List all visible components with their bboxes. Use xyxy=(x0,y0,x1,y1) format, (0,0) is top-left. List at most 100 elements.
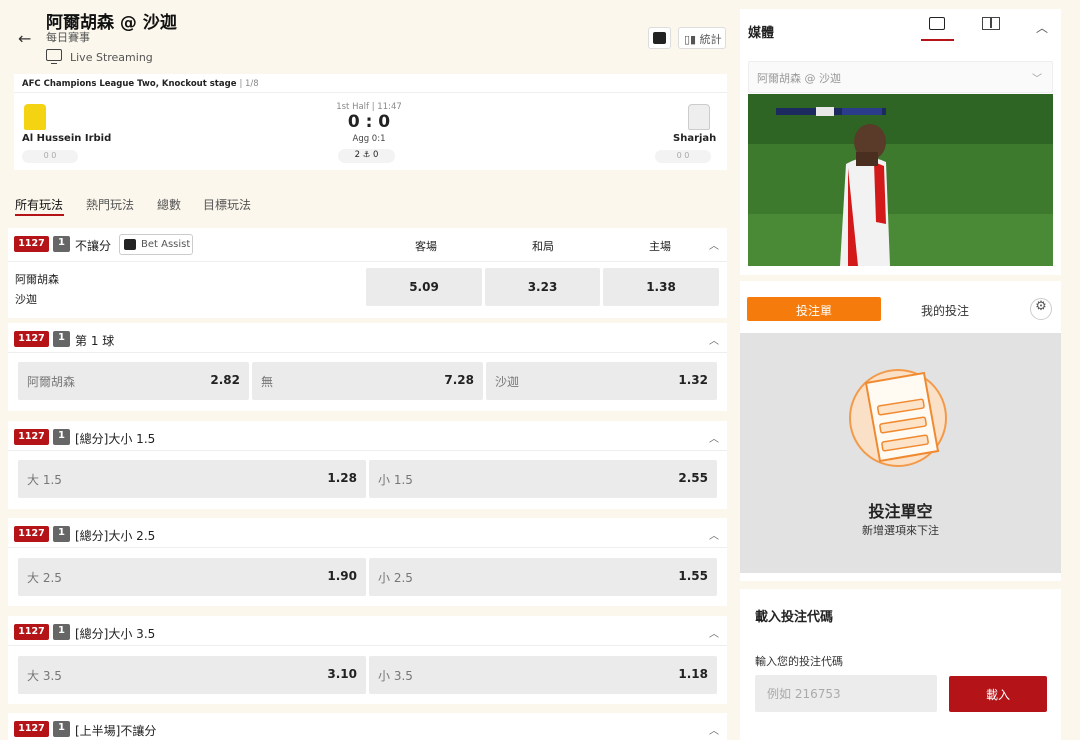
odd-button-home[interactable]: 1.38 xyxy=(603,268,719,306)
load-bet-code-panel: 載入投注代碼 輸入您的投注代碼 載入 xyxy=(740,589,1061,740)
collapse-caret-icon[interactable]: ︿ xyxy=(709,625,719,640)
market-first-half-moneyline: 1127 1 [上半場]不讓分 ︿ xyxy=(8,713,727,740)
odd-label: 小 2.5 xyxy=(378,571,413,585)
market-header[interactable]: 1127 1 第 1 球 ︿ xyxy=(8,323,727,353)
odd-button-under[interactable]: 小 1.5 2.55 xyxy=(369,460,717,498)
live-video-player[interactable] xyxy=(748,94,1053,266)
market-header[interactable]: 1127 1 [總分]大小 2.5 ︿ xyxy=(8,518,727,548)
odd-value: 5.09 xyxy=(409,280,439,294)
league-round: | 1/8 xyxy=(239,79,259,89)
market-first-goal: 1127 1 第 1 球 ︿ 阿爾胡森 2.82 無 7.28 沙迦 1.32 xyxy=(8,323,727,411)
lineup-icon xyxy=(653,32,666,44)
stats-button[interactable]: ▯▮ 統計 xyxy=(678,27,726,49)
odd-button-over[interactable]: 大 1.5 1.28 xyxy=(18,460,366,498)
market-title: [總分]大小 2.5 xyxy=(75,529,156,543)
divider xyxy=(14,92,727,93)
column-home: 主場 xyxy=(649,240,671,253)
bet-assist-label: Bet Assist xyxy=(141,239,191,250)
market-title: 不讓分 xyxy=(75,239,112,253)
match-card: AFC Champions League Two, Knockout stage… xyxy=(14,74,727,170)
tab-my-bets[interactable]: 我的投注 xyxy=(890,297,1000,321)
gear-icon[interactable]: ⚙ xyxy=(1030,298,1052,320)
odd-label: 無 xyxy=(261,375,274,389)
video-tab-tv-icon[interactable] xyxy=(929,17,945,30)
back-arrow-icon[interactable]: ← xyxy=(18,29,31,48)
market-header[interactable]: 1127 1 不讓分 Bet Assist 客場 和局 主場 ︿ xyxy=(8,228,727,262)
market-header[interactable]: 1127 1 [總分]大小 3.5 ︿ xyxy=(8,616,727,646)
pitch-tracker-icon[interactable] xyxy=(982,17,1000,30)
tv-icon[interactable] xyxy=(46,49,62,64)
market-over-under-3-5: 1127 1 [總分]大小 3.5 ︿ 大 3.5 3.10 小 3.5 1.18 xyxy=(8,616,727,704)
odd-label: 阿爾胡森 xyxy=(27,375,76,389)
collapse-caret-icon[interactable]: ︿ xyxy=(709,332,719,347)
load-button[interactable]: 載入 xyxy=(949,676,1047,712)
empty-slip-illustration xyxy=(849,369,947,467)
column-draw: 和局 xyxy=(532,240,554,253)
odd-label: 小 3.5 xyxy=(378,669,413,683)
column-away: 客場 xyxy=(415,240,437,253)
collapse-caret-icon[interactable]: ︿ xyxy=(709,722,719,737)
odd-label: 沙迦 xyxy=(495,375,520,389)
bet-slip-body: 投注單空 新增選項來下注 xyxy=(740,333,1061,573)
market-header[interactable]: 1127 1 [總分]大小 1.5 ︿ xyxy=(8,421,727,451)
odd-label: 大 3.5 xyxy=(27,669,62,683)
odd-button-over[interactable]: 大 3.5 3.10 xyxy=(18,656,366,694)
market-num-badge: 1 xyxy=(53,721,70,737)
collapse-caret-icon[interactable]: ︿ xyxy=(709,430,719,445)
market-title: 第 1 球 xyxy=(75,334,115,348)
tab-totals[interactable]: 總數 xyxy=(157,196,181,213)
bet-assist-button[interactable]: Bet Assist xyxy=(119,234,193,255)
odd-button-draw[interactable]: 3.23 xyxy=(485,268,600,306)
collapse-caret-icon[interactable]: ︿ xyxy=(1036,19,1048,36)
home-cards-count: 0 0 xyxy=(22,150,78,163)
bet-code-input[interactable] xyxy=(755,675,937,712)
market-header[interactable]: 1127 1 [上半場]不讓分 ︿ xyxy=(8,713,727,740)
load-code-title: 載入投注代碼 xyxy=(755,610,834,625)
active-media-tab-indicator xyxy=(921,39,954,41)
lineup-button[interactable] xyxy=(648,27,671,49)
market-moneyline: 1127 1 不讓分 Bet Assist 客場 和局 主場 ︿ 阿爾胡森 沙迦… xyxy=(8,228,727,318)
match-select[interactable]: 阿爾胡森 @ 沙迦 ﹀ xyxy=(748,61,1053,93)
odd-button-under[interactable]: 小 2.5 1.55 xyxy=(369,558,717,596)
tab-all-markets[interactable]: 所有玩法 xyxy=(15,196,63,213)
odd-value: 7.28 xyxy=(444,373,474,387)
active-tab-indicator xyxy=(15,214,64,216)
collapse-caret-icon[interactable]: ︿ xyxy=(709,237,719,252)
odd-value: 2.82 xyxy=(210,373,240,387)
selected-match: 阿爾胡森 @ 沙迦 xyxy=(757,72,841,85)
market-id-badge: 1127 xyxy=(14,526,49,542)
team-2-label: 沙迦 xyxy=(15,293,37,306)
bar-chart-icon: ▯▮ xyxy=(684,33,700,46)
market-id-badge: 1127 xyxy=(14,721,49,737)
odd-value: 1.55 xyxy=(678,569,708,583)
market-title: [總分]大小 1.5 xyxy=(75,432,156,446)
collapse-caret-icon[interactable]: ︿ xyxy=(709,527,719,542)
away-jersey-icon xyxy=(688,104,710,130)
tab-popular[interactable]: 熱門玩法 xyxy=(86,196,134,213)
odd-button[interactable]: 無 7.28 xyxy=(252,362,483,400)
live-streaming-link[interactable]: Live Streaming xyxy=(70,51,153,64)
odd-value: 1.18 xyxy=(678,667,708,681)
odd-label: 小 1.5 xyxy=(378,473,413,487)
video-frame xyxy=(748,94,1053,266)
league-name: AFC Champions League Two, Knockout stage… xyxy=(22,79,259,89)
home-jersey-icon xyxy=(24,104,46,130)
empty-slip-title: 投注單空 xyxy=(868,502,933,521)
tab-goals[interactable]: 目標玩法 xyxy=(203,196,251,213)
page-subtitle: 每日賽事 xyxy=(46,31,90,44)
odd-value: 1.32 xyxy=(678,373,708,387)
market-over-under-1-5: 1127 1 [總分]大小 1.5 ︿ 大 1.5 1.28 小 1.5 2.55 xyxy=(8,421,727,509)
market-num-badge: 1 xyxy=(53,526,70,542)
odd-button-away[interactable]: 5.09 xyxy=(366,268,482,306)
odd-button[interactable]: 阿爾胡森 2.82 xyxy=(18,362,249,400)
market-id-badge: 1127 xyxy=(14,429,49,445)
odd-button-over[interactable]: 大 2.5 1.90 xyxy=(18,558,366,596)
odd-button-under[interactable]: 小 3.5 1.18 xyxy=(369,656,717,694)
odd-value: 1.90 xyxy=(327,569,357,583)
market-over-under-2-5: 1127 1 [總分]大小 2.5 ︿ 大 2.5 1.90 小 2.5 1.55 xyxy=(8,518,727,606)
stats-label: 統計 xyxy=(699,33,722,46)
odd-button[interactable]: 沙迦 1.32 xyxy=(486,362,717,400)
tab-bet-slip[interactable]: 投注單 xyxy=(747,297,881,321)
odd-label: 大 1.5 xyxy=(27,473,62,487)
bet-slip-panel: 投注單 我的投注 ⚙ 投注單空 新增選項來下注 xyxy=(740,281,1061,581)
